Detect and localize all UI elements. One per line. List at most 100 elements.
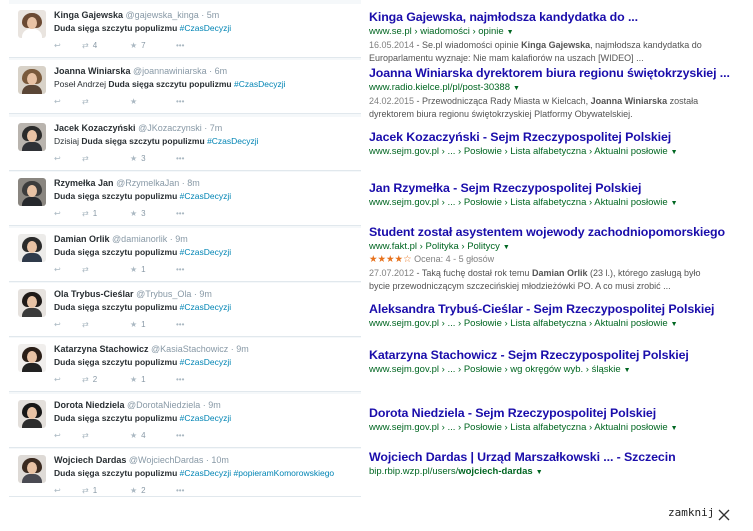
- avatar[interactable]: [18, 234, 46, 262]
- favorite-icon[interactable]: ★ 2: [130, 486, 146, 495]
- tweet-time[interactable]: · 5m: [201, 10, 219, 20]
- tweet-time[interactable]: · 6m: [209, 66, 227, 76]
- more-icon[interactable]: •••: [176, 320, 184, 329]
- more-icon[interactable]: •••: [176, 97, 184, 106]
- result-title-link[interactable]: Jan Rzymełka - Sejm Rzeczypospolitej Pol…: [369, 181, 745, 195]
- more-icon[interactable]: •••: [176, 41, 184, 50]
- retweet-icon[interactable]: ⇄: [82, 265, 93, 274]
- retweet-icon[interactable]: ⇄ 2: [82, 375, 97, 384]
- tweet-author-handle[interactable]: @damianorlik: [112, 234, 167, 244]
- dropdown-arrow-icon[interactable]: ▼: [624, 367, 631, 374]
- favorite-icon[interactable]: ★ 1: [130, 375, 146, 384]
- dropdown-arrow-icon[interactable]: ▼: [507, 29, 514, 36]
- tweet-time[interactable]: · 8m: [182, 178, 200, 188]
- tweet[interactable]: Rzymełka Jan @RzymelkaJan · 8m Duda sięg…: [9, 172, 361, 226]
- tweet[interactable]: Joanna Winiarska @joannawiniarska · 6m P…: [9, 60, 361, 114]
- dropdown-arrow-icon[interactable]: ▼: [671, 321, 678, 328]
- avatar[interactable]: [18, 178, 46, 206]
- tweet-time[interactable]: · 7m: [204, 123, 222, 133]
- tweet-author-name[interactable]: Dorota Niedziela: [54, 400, 125, 410]
- more-icon[interactable]: •••: [176, 154, 184, 163]
- reply-icon[interactable]: ↩: [54, 154, 61, 163]
- reply-icon[interactable]: ↩: [54, 209, 61, 218]
- result-title-link[interactable]: Jacek Kozaczyński - Sejm Rzeczypospolite…: [369, 130, 745, 144]
- avatar[interactable]: [18, 10, 46, 38]
- tweet[interactable]: Damian Orlik @damianorlik · 9m Duda sięg…: [9, 228, 361, 282]
- tweet-author-handle[interactable]: @JKozaczynski: [138, 123, 202, 133]
- retweet-icon[interactable]: ⇄: [82, 431, 93, 440]
- tweet[interactable]: Dorota Niedziela @DorotaNiedziela · 9m D…: [9, 394, 361, 448]
- result-title-link[interactable]: Student został asystentem wojewody zacho…: [369, 225, 745, 239]
- avatar[interactable]: [18, 123, 46, 151]
- close-icon[interactable]: [717, 508, 731, 522]
- hashtag-link-extra[interactable]: #popieramKomorowskiego: [231, 468, 335, 478]
- result-title-link[interactable]: Katarzyna Stachowicz - Sejm Rzeczypospol…: [369, 348, 745, 362]
- tweet-author-name[interactable]: Jacek Kozaczyński: [54, 123, 136, 133]
- dropdown-arrow-icon[interactable]: ▼: [671, 425, 678, 432]
- tweet-author-handle[interactable]: @WojciechDardas: [129, 455, 204, 465]
- tweet-author-handle[interactable]: @RzymelkaJan: [116, 178, 179, 188]
- reply-icon[interactable]: ↩: [54, 265, 61, 274]
- tweet-author-name[interactable]: Joanna Winiarska: [54, 66, 130, 76]
- avatar[interactable]: [18, 344, 46, 372]
- reply-icon[interactable]: ↩: [54, 320, 61, 329]
- close-label[interactable]: zamknij: [668, 506, 714, 519]
- hashtag-link[interactable]: #CzasDecyzji: [180, 357, 232, 367]
- result-title-link[interactable]: Joanna Winiarska dyrektorem biura region…: [369, 66, 745, 80]
- more-icon[interactable]: •••: [176, 486, 184, 495]
- hashtag-link[interactable]: #CzasDecyzji: [180, 302, 232, 312]
- hashtag-link[interactable]: #CzasDecyzji: [180, 247, 232, 257]
- avatar[interactable]: [18, 455, 46, 483]
- more-icon[interactable]: •••: [176, 431, 184, 440]
- reply-icon[interactable]: ↩: [54, 431, 61, 440]
- tweet-author-handle[interactable]: @joannawiniarska: [133, 66, 207, 76]
- tweet-author-handle[interactable]: @Trybus_Ola: [136, 289, 191, 299]
- favorite-icon[interactable]: ★: [130, 97, 141, 106]
- favorite-icon[interactable]: ★ 1: [130, 320, 146, 329]
- tweet[interactable]: Kinga Gajewska @gajewska_kinga · 5m Duda…: [9, 4, 361, 58]
- dropdown-arrow-icon[interactable]: ▼: [513, 85, 520, 92]
- avatar[interactable]: [18, 66, 46, 94]
- hashtag-link[interactable]: #CzasDecyzji: [207, 136, 259, 146]
- tweet-time[interactable]: · 9m: [231, 344, 249, 354]
- tweet[interactable]: Ola Trybus-Cieślar @Trybus_Ola · 9m Duda…: [9, 283, 361, 337]
- tweet-time[interactable]: · 9m: [203, 400, 221, 410]
- tweet-author-name[interactable]: Damian Orlik: [54, 234, 110, 244]
- avatar[interactable]: [18, 400, 46, 428]
- hashtag-link[interactable]: #CzasDecyzji: [234, 79, 286, 89]
- more-icon[interactable]: •••: [176, 209, 184, 218]
- tweet-author-name[interactable]: Katarzyna Stachowicz: [54, 344, 149, 354]
- retweet-icon[interactable]: ⇄ 4: [82, 41, 97, 50]
- retweet-icon[interactable]: ⇄: [82, 320, 93, 329]
- tweet[interactable]: Jacek Kozaczyński @JKozaczynski · 7m Dzi…: [9, 117, 361, 171]
- tweet-author-name[interactable]: Ola Trybus-Cieślar: [54, 289, 134, 299]
- retweet-icon[interactable]: ⇄: [82, 97, 93, 106]
- tweet-author-handle[interactable]: @DorotaNiedziela: [127, 400, 200, 410]
- reply-icon[interactable]: ↩: [54, 41, 61, 50]
- dropdown-arrow-icon[interactable]: ▼: [671, 149, 678, 156]
- tweet-author-handle[interactable]: @gajewska_kinga: [126, 10, 199, 20]
- result-title-link[interactable]: Aleksandra Trybuś-Cieślar - Sejm Rzeczyp…: [369, 302, 745, 316]
- dropdown-arrow-icon[interactable]: ▼: [671, 200, 678, 207]
- hashtag-link[interactable]: #CzasDecyzji: [180, 23, 232, 33]
- hashtag-link[interactable]: #CzasDecyzji: [180, 413, 232, 423]
- dropdown-arrow-icon[interactable]: ▼: [536, 469, 543, 476]
- reply-icon[interactable]: ↩: [54, 97, 61, 106]
- favorite-icon[interactable]: ★ 3: [130, 209, 146, 218]
- reply-icon[interactable]: ↩: [54, 486, 61, 495]
- tweet[interactable]: Wojciech Dardas @WojciechDardas · 10m Du…: [9, 449, 361, 497]
- tweet-time[interactable]: · 9m: [194, 289, 212, 299]
- favorite-icon[interactable]: ★ 7: [130, 41, 146, 50]
- tweet-author-name[interactable]: Wojciech Dardas: [54, 455, 126, 465]
- more-icon[interactable]: •••: [176, 265, 184, 274]
- favorite-icon[interactable]: ★ 4: [130, 431, 146, 440]
- retweet-icon[interactable]: ⇄ 1: [82, 486, 97, 495]
- favorite-icon[interactable]: ★ 3: [130, 154, 146, 163]
- reply-icon[interactable]: ↩: [54, 375, 61, 384]
- avatar[interactable]: [18, 289, 46, 317]
- tweet-author-name[interactable]: Rzymełka Jan: [54, 178, 114, 188]
- retweet-icon[interactable]: ⇄: [82, 154, 93, 163]
- dropdown-arrow-icon[interactable]: ▼: [503, 244, 510, 251]
- result-title-link[interactable]: Kinga Gajewska, najmłodsza kandydatka do…: [369, 10, 745, 24]
- tweet[interactable]: Katarzyna Stachowicz @KasiaStachowicz · …: [9, 338, 361, 392]
